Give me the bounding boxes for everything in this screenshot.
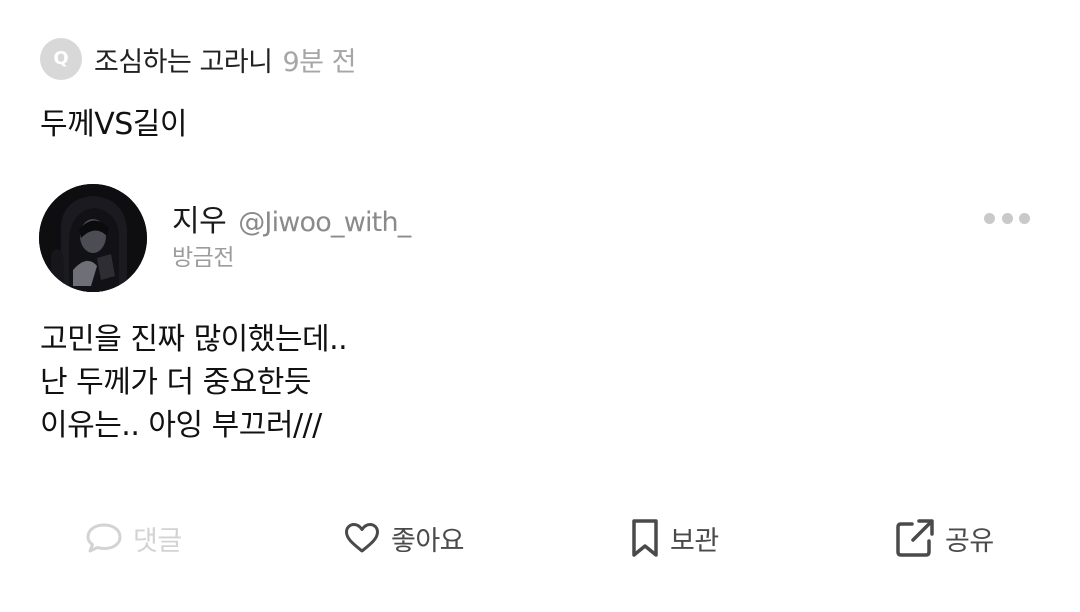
comment-label: 댓글 [133, 525, 182, 557]
answer-line: 이유는.. 아잉 부끄러/// [40, 408, 322, 443]
action-bar: 댓글 좋아요 보관 공유 [0, 510, 1080, 566]
more-horizontal-icon-dot [1001, 212, 1013, 224]
answerer-name[interactable]: 지우 [172, 196, 227, 240]
answer-body: 고민을 진짜 많이했는데.. 난 두께가 더 중요한듯 이유는.. 아잉 부끄러… [40, 318, 348, 447]
comment-button[interactable]: 댓글 [85, 510, 182, 566]
answerer-line: 지우 @Jiwoo_with_ [172, 196, 411, 240]
asker-name[interactable]: 조심하는 고라니 [94, 40, 273, 79]
more-horizontal-icon-dot [1019, 212, 1030, 224]
like-button[interactable]: 좋아요 [343, 510, 465, 566]
share-button[interactable]: 공유 [895, 510, 994, 566]
bookmark-outline-icon [630, 518, 660, 558]
avatar-image [39, 184, 147, 292]
external-share-icon [895, 518, 935, 558]
more-options-button[interactable] [984, 206, 1030, 230]
answer-line: 고민을 진짜 많이했는데.. [40, 322, 348, 357]
asked-time: 9분 전 [282, 46, 356, 78]
answer-line: 난 두께가 더 중요한듯 [40, 365, 312, 400]
answerer-handle[interactable]: @Jiwoo_with_ [238, 207, 411, 238]
like-label: 좋아요 [391, 525, 465, 557]
heart-outline-icon [343, 521, 381, 555]
more-horizontal-icon-dot [984, 212, 995, 224]
q-badge-icon: Q [40, 38, 82, 80]
bookmark-label: 보관 [670, 525, 719, 557]
question-text: 두께VS길이 [40, 107, 187, 142]
share-label: 공유 [945, 525, 994, 557]
chat-bubble-icon [85, 521, 123, 555]
answer-time: 방금전 [172, 245, 234, 271]
avatar[interactable] [39, 184, 147, 292]
question-header: Q 조심하는 고라니 9분 전 [40, 38, 356, 80]
q-badge-letter: Q [53, 48, 69, 69]
bookmark-button[interactable]: 보관 [630, 510, 719, 566]
